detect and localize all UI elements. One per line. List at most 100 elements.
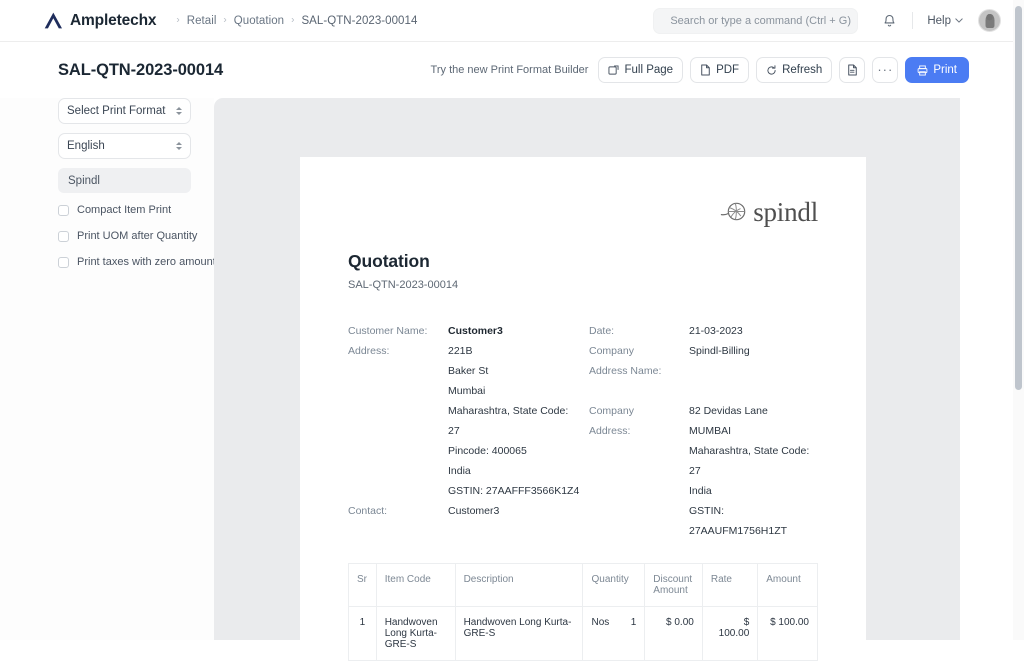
- checkbox-print-taxes-with-zero-amount[interactable]: Print taxes with zero amount: [58, 256, 216, 268]
- pdf-icon: [700, 64, 711, 76]
- page-scrollbar-thumb[interactable]: [1015, 6, 1022, 390]
- cell-description: Handwoven Long Kurta-GRE-S: [455, 607, 583, 661]
- value-address-line-8: GSTIN: 27AAFFF3566K1Z4: [448, 481, 589, 501]
- spacer: [348, 381, 448, 401]
- refresh-label: Refresh: [782, 64, 822, 76]
- search-input[interactable]: Search or type a command (Ctrl + G): [653, 8, 858, 34]
- print-label: Print: [933, 64, 957, 76]
- letterhead-row: spindl: [348, 195, 818, 229]
- value-address-line-6: Pincode: 400065: [448, 441, 589, 461]
- search-placeholder: Search or type a command (Ctrl + G): [670, 15, 851, 27]
- breadcrumb-item-current[interactable]: SAL-QTN-2023-00014: [301, 15, 417, 27]
- print-button[interactable]: Print: [905, 57, 969, 83]
- checkbox-print-uom-after-quantity[interactable]: Print UOM after Quantity: [58, 230, 197, 242]
- refresh-button[interactable]: Refresh: [756, 57, 832, 83]
- pdf-button[interactable]: PDF: [690, 57, 749, 83]
- document-subtitle: SAL-QTN-2023-00014: [348, 279, 818, 291]
- spacer: [689, 361, 817, 381]
- value-address-line-4: Maharashtra, State Code:: [448, 401, 589, 421]
- spacer: [348, 421, 448, 441]
- spacer: [689, 381, 817, 401]
- items-table-head: Sr Item Code Description Quantity Discou…: [349, 564, 818, 607]
- label-date: Date:: [589, 321, 689, 341]
- bell-icon: [883, 14, 896, 28]
- letterhead-value: Spindl: [68, 175, 100, 187]
- full-page-button[interactable]: Full Page: [598, 57, 683, 83]
- meta-values-left: Customer3 221B Baker St Mumbai Maharasht…: [448, 321, 589, 541]
- breadcrumb-item-quotation[interactable]: Quotation: [234, 15, 284, 27]
- spacer: [348, 401, 448, 421]
- print-preview-pane[interactable]: spindl Quotation SAL-QTN-2023-00014 Cust…: [214, 98, 960, 640]
- breadcrumb-item-retail[interactable]: Retail: [187, 15, 217, 27]
- meta-labels-left: Customer Name: Address: Contact:: [348, 321, 448, 541]
- breadcrumb-separator: ›: [176, 15, 179, 26]
- value-company-address-line-2: MUMBAI: [689, 421, 817, 441]
- cell-discount-amount: $ 0.00: [645, 607, 703, 661]
- page-scrollbar[interactable]: [1013, 0, 1024, 640]
- yarn-ball-icon: [719, 199, 749, 225]
- column-header-rate: Rate: [702, 564, 757, 607]
- more-options-button[interactable]: ···: [872, 57, 898, 83]
- spacer: [348, 361, 448, 381]
- full-page-icon: [608, 65, 619, 76]
- stepper-icon: [176, 142, 182, 150]
- navbar-right: Search or type a command (Ctrl + G) Help: [653, 7, 1001, 35]
- brand[interactable]: Ampletechx: [44, 12, 156, 30]
- letterhead-select[interactable]: Spindl: [58, 168, 191, 193]
- help-menu[interactable]: Help: [921, 15, 969, 27]
- table-header-row: Sr Item Code Description Quantity Discou…: [349, 564, 818, 607]
- breadcrumb: › Retail › Quotation › SAL-QTN-2023-0001…: [169, 15, 417, 27]
- meta-column-right: Date: Company Address Name: Company Addr…: [589, 321, 817, 541]
- avatar[interactable]: [978, 9, 1001, 32]
- brand-name: Ampletechx: [70, 12, 156, 30]
- value-date: 21-03-2023: [689, 321, 817, 341]
- checkbox-label: Print taxes with zero amount: [77, 256, 216, 268]
- column-header-description: Description: [455, 564, 583, 607]
- cell-uom: Nos: [591, 617, 609, 628]
- spacer: [348, 461, 448, 481]
- checkbox-icon: [58, 231, 69, 242]
- label-customer-name: Customer Name:: [348, 321, 448, 341]
- more-options-label: ···: [877, 66, 893, 74]
- column-header-discount: Discount Amount: [645, 564, 703, 607]
- cell-quantity: Nos 1: [583, 607, 645, 661]
- refresh-icon: [766, 65, 777, 76]
- print-icon: [917, 65, 928, 76]
- label-company-address-line1: Company: [589, 401, 689, 421]
- stepper-icon: [176, 107, 182, 115]
- pdf-label: PDF: [716, 64, 739, 76]
- meta-labels-right: Date: Company Address Name: Company Addr…: [589, 321, 689, 541]
- chevron-down-icon: [955, 18, 963, 23]
- print-format-select[interactable]: Select Print Format: [58, 98, 191, 124]
- help-label: Help: [927, 15, 951, 27]
- notifications-button[interactable]: [874, 7, 904, 35]
- cell-item-code: Handwoven Long Kurta-GRE-S: [376, 607, 455, 661]
- ampletechx-logo-icon: [44, 12, 63, 29]
- top-navbar: Ampletechx › Retail › Quotation › SAL-QT…: [0, 0, 1013, 42]
- cell-quantity-value: 1: [631, 617, 637, 628]
- value-company-address-line-3: Maharashtra, State Code:: [689, 441, 817, 461]
- label-address: Address:: [348, 341, 448, 361]
- value-company-address-line-5: India: [689, 481, 817, 501]
- document-paper: spindl Quotation SAL-QTN-2023-00014 Cust…: [300, 157, 866, 661]
- label-company-address-name-line1: Company: [589, 341, 689, 361]
- items-table-body: 1 Handwoven Long Kurta-GRE-S Handwoven L…: [349, 607, 818, 661]
- page-title: SAL-QTN-2023-00014: [58, 61, 223, 80]
- letterhead-button[interactable]: [839, 57, 865, 83]
- checkbox-compact-item-print[interactable]: Compact Item Print: [58, 204, 171, 216]
- value-address-line-2: Baker St: [448, 361, 589, 381]
- label-contact: Contact:: [348, 501, 448, 521]
- print-format-builder-hint: Try the new Print Format Builder: [431, 64, 589, 76]
- checkbox-label: Print UOM after Quantity: [77, 230, 197, 242]
- checkbox-label: Compact Item Print: [77, 204, 171, 216]
- cell-amount: $ 100.00: [758, 607, 818, 661]
- value-company-address-line-4: 27: [689, 461, 817, 481]
- print-settings-sidebar: Select Print Format English Spindl Compa…: [0, 98, 214, 640]
- value-address-line-3: Mumbai: [448, 381, 589, 401]
- navbar-divider: [912, 12, 913, 29]
- breadcrumb-separator: ›: [291, 15, 294, 26]
- spacer: [348, 441, 448, 461]
- language-select[interactable]: English: [58, 133, 191, 159]
- breadcrumb-separator: ›: [223, 15, 226, 26]
- content-area: Select Print Format English Spindl Compa…: [0, 98, 1013, 640]
